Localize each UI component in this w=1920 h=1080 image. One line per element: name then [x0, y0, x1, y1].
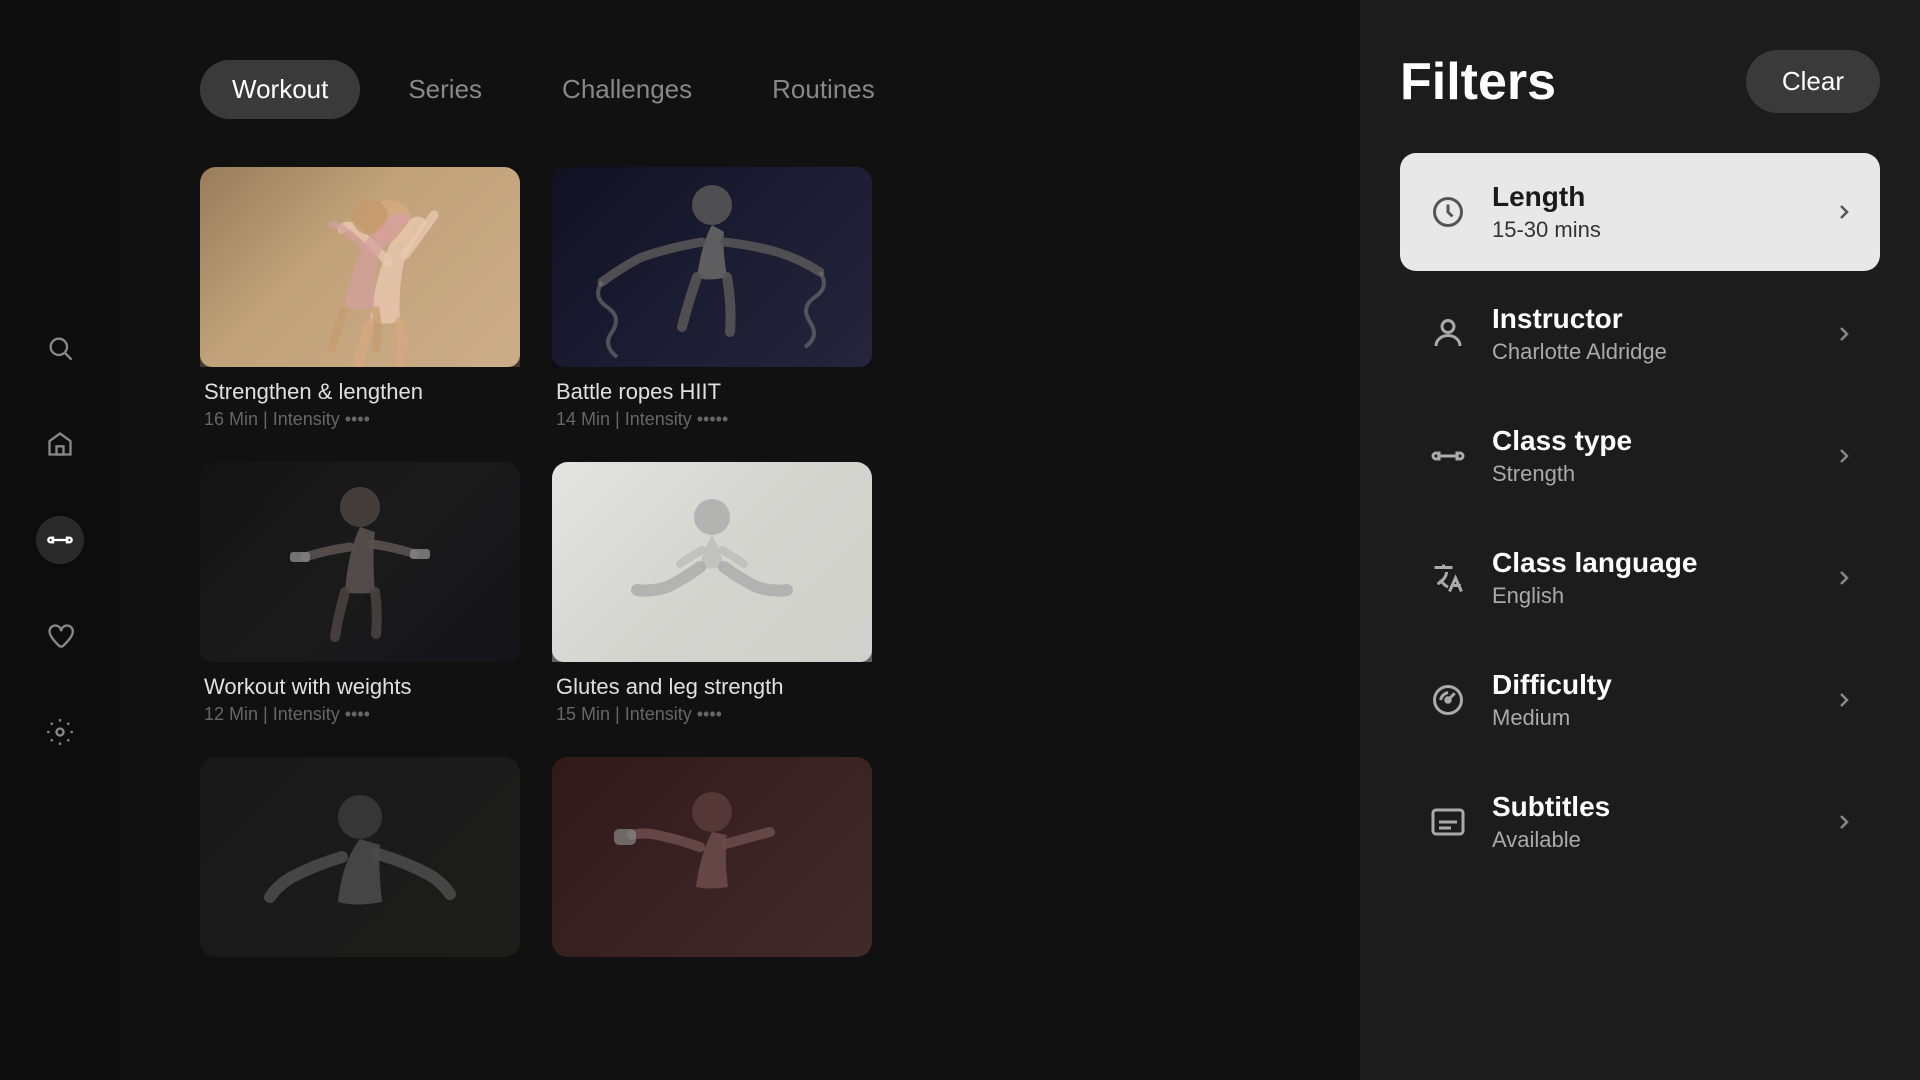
tab-workout[interactable]: Workout: [200, 60, 360, 119]
card-image-2: [552, 167, 872, 367]
card-image-4: [552, 462, 872, 662]
gauge-icon: [1424, 676, 1472, 724]
filter-title: Class language: [1492, 547, 1832, 579]
filter-text: Length 15-30 mins: [1492, 181, 1832, 243]
filter-item-class-language[interactable]: Class language English: [1400, 519, 1880, 637]
workout-card[interactable]: Battle ropes HIIT 14 Min | Intensity •••…: [552, 167, 872, 430]
card-image-3: [200, 462, 520, 662]
card-info: Workout with weights 12 Min | Intensity …: [200, 662, 520, 725]
translate-icon: [1424, 554, 1472, 602]
filter-value: Medium: [1492, 705, 1832, 731]
tab-series[interactable]: Series: [376, 60, 514, 119]
clock-icon: [1424, 188, 1472, 236]
card-title: Glutes and leg strength: [556, 674, 868, 700]
filters-panel: Filters Clear Length 15-30 mins: [1360, 0, 1920, 1080]
person-icon: [1424, 310, 1472, 358]
chevron-right-icon: [1832, 810, 1856, 834]
card-image-5: [200, 757, 520, 957]
filter-value: Strength: [1492, 461, 1832, 487]
workout-card[interactable]: [200, 757, 520, 957]
filter-item-difficulty[interactable]: Difficulty Medium: [1400, 641, 1880, 759]
filter-text: Class type Strength: [1492, 425, 1832, 487]
workout-icon[interactable]: [36, 516, 84, 564]
card-image-6: [552, 757, 872, 957]
subtitles-icon: [1424, 798, 1472, 846]
main-content: Workout Series Challenges Routines: [120, 0, 1360, 1080]
favorites-icon[interactable]: [36, 612, 84, 660]
card-title: Battle ropes HIIT: [556, 379, 868, 405]
filter-value: English: [1492, 583, 1832, 609]
card-info: Battle ropes HIIT 14 Min | Intensity •••…: [552, 367, 872, 430]
workout-card[interactable]: Glutes and leg strength 15 Min | Intensi…: [552, 462, 872, 725]
dumbbell-icon: [1424, 432, 1472, 480]
card-meta: 16 Min | Intensity ••••: [204, 409, 516, 430]
card-info: Strengthen & lengthen 16 Min | Intensity…: [200, 367, 520, 430]
filter-text: Class language English: [1492, 547, 1832, 609]
card-meta: 14 Min | Intensity •••••: [556, 409, 868, 430]
clear-button[interactable]: Clear: [1746, 50, 1880, 113]
filter-item-subtitles[interactable]: Subtitles Available: [1400, 763, 1880, 881]
card-info: Glutes and leg strength 15 Min | Intensi…: [552, 662, 872, 725]
tab-bar: Workout Series Challenges Routines: [200, 60, 1300, 119]
filter-value: Available: [1492, 827, 1832, 853]
search-icon[interactable]: [36, 324, 84, 372]
filter-item-length[interactable]: Length 15-30 mins: [1400, 153, 1880, 271]
card-title: Strengthen & lengthen: [204, 379, 516, 405]
filters-title: Filters: [1400, 52, 1556, 112]
chevron-right-icon: [1832, 322, 1856, 346]
filters-header: Filters Clear: [1400, 50, 1880, 113]
sidebar: [0, 0, 120, 1080]
home-icon[interactable]: [36, 420, 84, 468]
filter-item-instructor[interactable]: Instructor Charlotte Aldridge: [1400, 275, 1880, 393]
chevron-right-icon: [1832, 688, 1856, 712]
tab-challenges[interactable]: Challenges: [530, 60, 724, 119]
filter-text: Subtitles Available: [1492, 791, 1832, 853]
filter-title: Class type: [1492, 425, 1832, 457]
filter-text: Difficulty Medium: [1492, 669, 1832, 731]
chevron-right-icon: [1832, 200, 1856, 224]
workout-grid: Strengthen & lengthen 16 Min | Intensity…: [200, 167, 1300, 957]
filter-value: Charlotte Aldridge: [1492, 339, 1832, 365]
filter-value: 15-30 mins: [1492, 217, 1832, 243]
filter-title: Instructor: [1492, 303, 1832, 335]
filter-item-class-type[interactable]: Class type Strength: [1400, 397, 1880, 515]
workout-card[interactable]: [552, 757, 872, 957]
workout-card[interactable]: Workout with weights 12 Min | Intensity …: [200, 462, 520, 725]
filter-title: Difficulty: [1492, 669, 1832, 701]
card-image-1: [200, 167, 520, 367]
settings-icon[interactable]: [36, 708, 84, 756]
workout-card[interactable]: Strengthen & lengthen 16 Min | Intensity…: [200, 167, 520, 430]
filter-title: Subtitles: [1492, 791, 1832, 823]
card-meta: 12 Min | Intensity ••••: [204, 704, 516, 725]
chevron-right-icon: [1832, 444, 1856, 468]
card-title: Workout with weights: [204, 674, 516, 700]
tab-routines[interactable]: Routines: [740, 60, 907, 119]
card-meta: 15 Min | Intensity ••••: [556, 704, 868, 725]
filter-text: Instructor Charlotte Aldridge: [1492, 303, 1832, 365]
chevron-right-icon: [1832, 566, 1856, 590]
filter-title: Length: [1492, 181, 1832, 213]
